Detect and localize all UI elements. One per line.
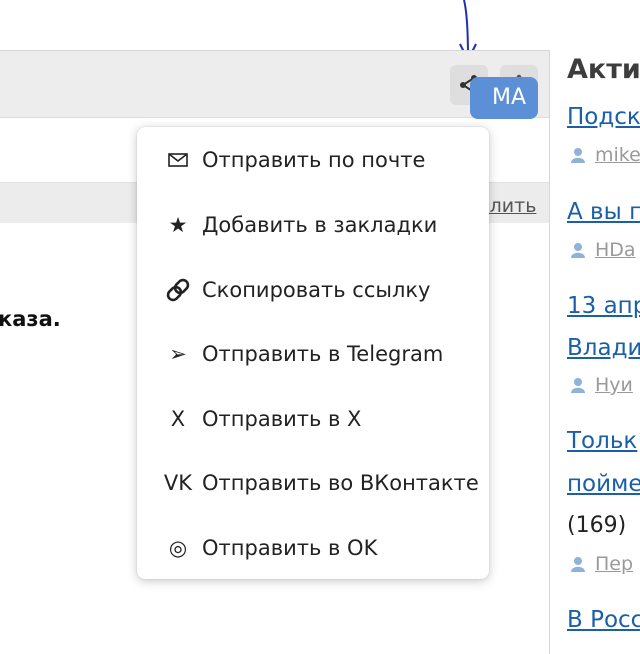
menu-item-label: Отправить в OK	[202, 536, 378, 560]
post-toolbar	[0, 51, 549, 118]
link-icon	[154, 276, 202, 304]
sidebar-post-link[interactable]: Подск	[567, 104, 640, 130]
x-icon: X	[170, 407, 186, 431]
mail-icon	[154, 153, 202, 167]
user-icon	[571, 378, 585, 393]
menu-item-bookmark[interactable]: ★ Добавить в закладки	[137, 194, 489, 256]
share-menu: Отправить по почте ★ Добавить в закладки…	[137, 127, 489, 579]
sidebar-author-link[interactable]: Нуи	[595, 374, 633, 396]
user-icon	[571, 557, 585, 572]
menu-item-label: Отправить в X	[202, 407, 362, 431]
sidebar-post-meta: Пер	[571, 553, 633, 575]
user-icon	[571, 148, 585, 163]
sidebar-post-link[interactable]: 13 апр	[567, 293, 640, 319]
menu-item-label: Скопировать ссылку	[202, 278, 431, 302]
sidebar-comment-count: (169)	[567, 513, 627, 538]
sidebar-post-link[interactable]: В Росс	[567, 607, 640, 633]
sidebar-post-meta: Нуи	[571, 374, 633, 396]
vk-icon: VK	[163, 471, 193, 495]
telegram-icon: ➢	[169, 342, 187, 366]
sidebar-author-link[interactable]: mike	[595, 144, 640, 166]
activity-sidebar: Акти Подск mike А вы п HDa 13 апр Влади …	[551, 0, 640, 654]
menu-item-copy-link[interactable]: Скопировать ссылку	[137, 259, 489, 321]
sidebar-post-meta: HDa	[571, 239, 636, 261]
sidebar-title: Акти	[567, 54, 640, 85]
ok-icon: ◎	[168, 536, 188, 560]
user-icon	[571, 243, 585, 258]
sidebar-post-link-line2[interactable]: пойме	[567, 471, 640, 497]
sidebar-post-link[interactable]: Тольк	[567, 428, 637, 454]
menu-item-telegram[interactable]: ➢ Отправить в Telegram	[137, 323, 489, 385]
menu-item-label: Отправить в Telegram	[202, 342, 444, 366]
sidebar-post-link-line2[interactable]: Влади	[567, 335, 640, 361]
ma-badge-button[interactable]: MA	[470, 77, 538, 119]
menu-item-ok[interactable]: ◎ Отправить в OK	[137, 517, 489, 579]
post-text-fragment: каза.	[0, 307, 61, 331]
menu-item-label: Отправить во ВКонтакте	[202, 471, 479, 495]
menu-item-label: Отправить по почте	[202, 148, 426, 172]
menu-item-email[interactable]: Отправить по почте	[137, 129, 489, 191]
menu-item-label: Добавить в закладки	[202, 213, 438, 237]
star-icon: ★	[168, 213, 188, 237]
menu-item-x[interactable]: X Отправить в X	[137, 388, 489, 450]
menu-item-vk[interactable]: VK Отправить во ВКонтакте	[137, 452, 489, 514]
sidebar-author-link[interactable]: Пер	[595, 553, 633, 575]
sidebar-author-link[interactable]: HDa	[595, 239, 636, 261]
sidebar-post-link[interactable]: А вы п	[567, 199, 640, 225]
sidebar-post-meta: mike	[571, 144, 640, 166]
